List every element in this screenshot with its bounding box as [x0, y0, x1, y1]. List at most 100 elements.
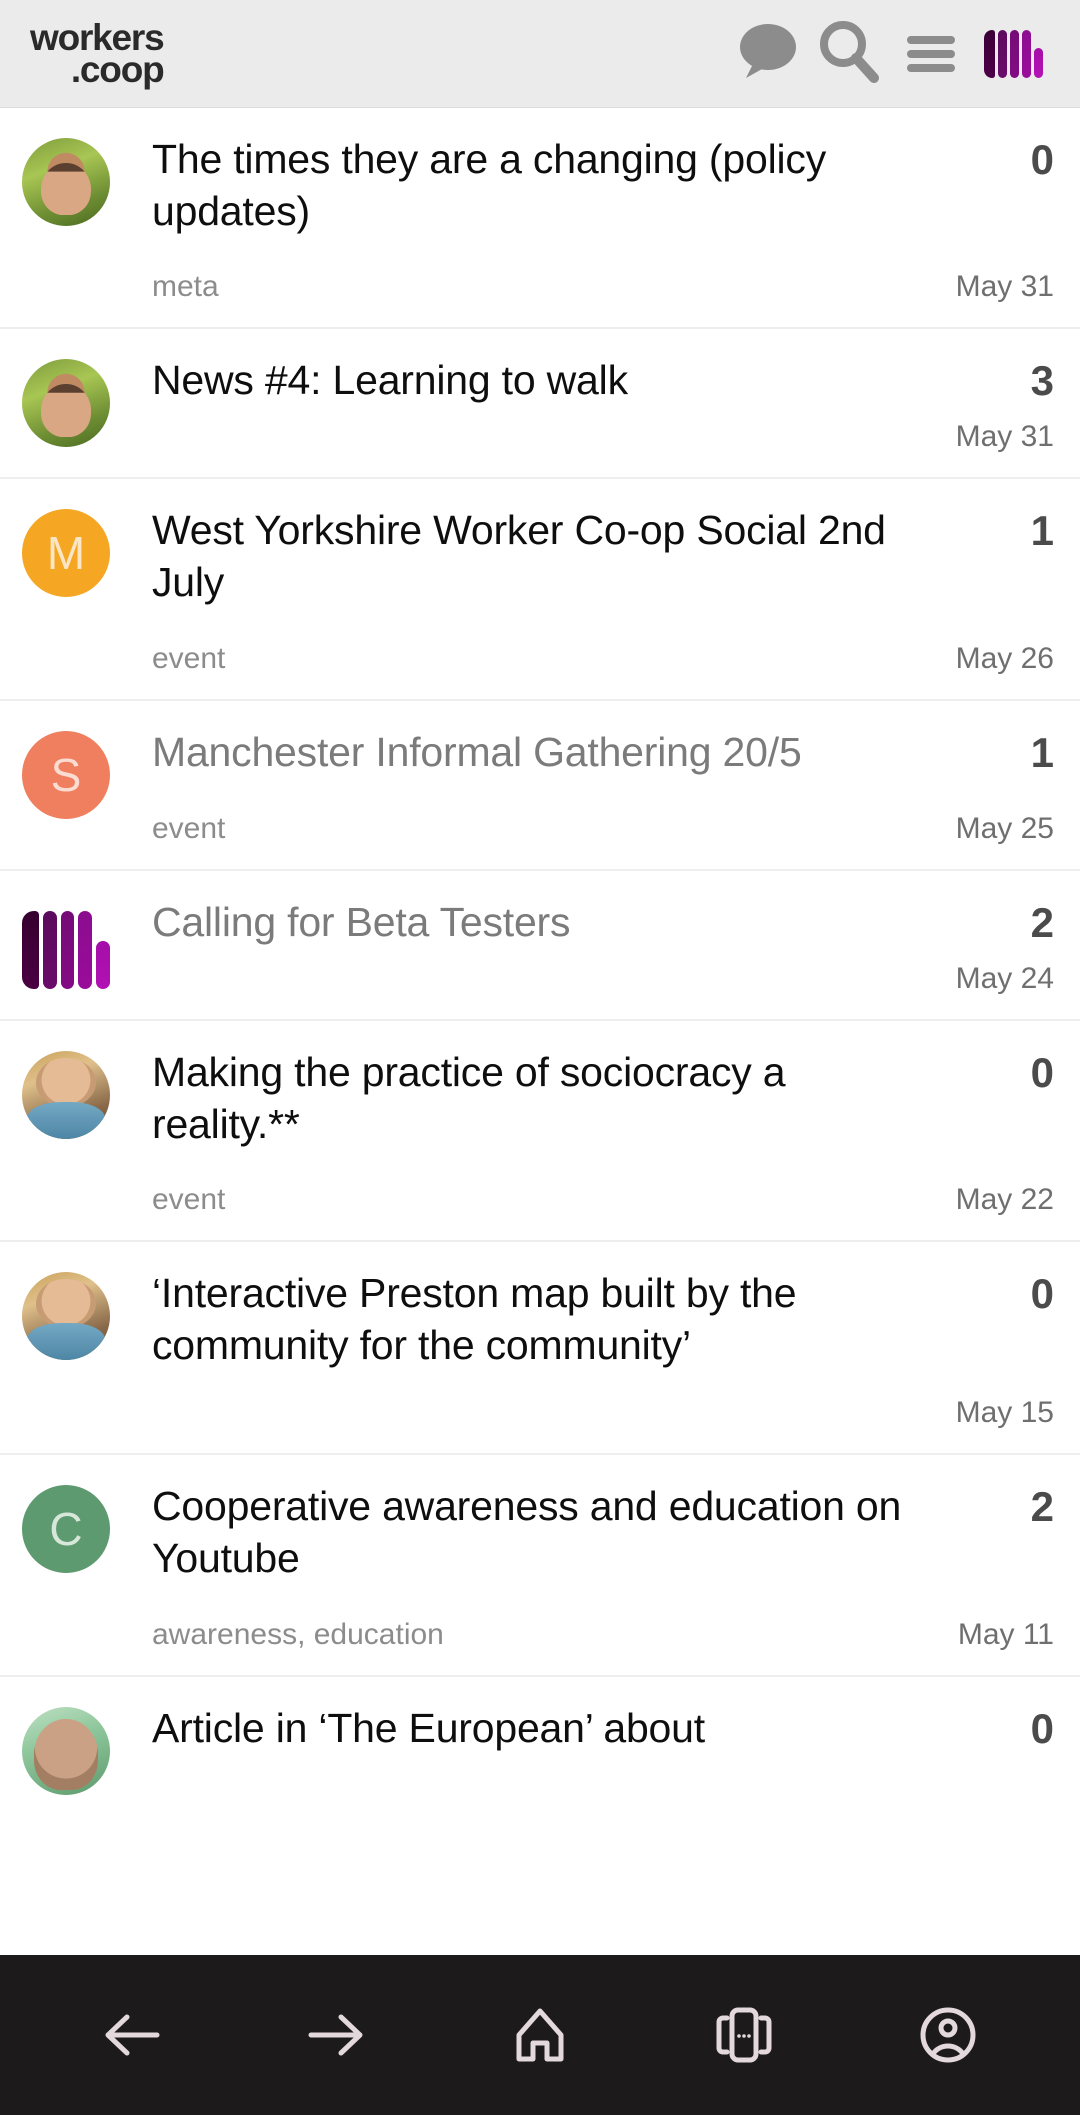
topic-metaline: meta May 31	[152, 263, 1054, 305]
avatar-letter: C	[49, 1503, 83, 1556]
avatar[interactable]	[22, 1272, 110, 1361]
avatar-cell: M	[22, 505, 114, 698]
topic-content: Manchester Informal Gathering 20/5 1 eve…	[114, 727, 1054, 869]
topic-title[interactable]: Calling for Beta Testers	[152, 897, 964, 949]
reply-count: 0	[1030, 136, 1054, 183]
header-actions	[726, 13, 1054, 95]
topic-date: May 22	[955, 1183, 1054, 1217]
chat-bubble-icon	[736, 22, 798, 85]
topic-topline: Calling for Beta Testers 2	[152, 897, 1054, 949]
browser-bottom-nav	[0, 1955, 1080, 2115]
back-button[interactable]	[72, 1980, 192, 2090]
avatar-cell	[22, 134, 114, 327]
topic-content: The times they are a changing (policy up…	[114, 134, 1054, 327]
topic-topline: West Yorkshire Worker Co-op Social 2nd J…	[152, 505, 1054, 608]
topic-title[interactable]: Manchester Informal Gathering 20/5	[152, 727, 964, 779]
topic-metaline: awareness, education May 11	[152, 1611, 1054, 1653]
reply-count: 3	[1030, 357, 1054, 405]
avatar-letter: M	[46, 527, 86, 580]
avatar[interactable]	[22, 1050, 110, 1139]
topic-title[interactable]: ‘Interactive Preston map built by the co…	[152, 1268, 964, 1371]
topic-topline: Article in ‘The European’ about 0	[152, 1703, 1054, 1755]
topic-date: May 26	[955, 641, 1054, 675]
search-icon	[816, 18, 882, 89]
reply-count: 2	[1030, 1483, 1054, 1531]
reply-count: 0	[1030, 1704, 1054, 1752]
account-button[interactable]	[888, 1980, 1008, 2090]
home-icon	[513, 2007, 567, 2063]
avatar[interactable]	[22, 138, 110, 226]
table-row[interactable]: News #4: Learning to walk 3 May 31	[0, 329, 1080, 480]
topic-title[interactable]: Cooperative awareness and education on Y…	[152, 1481, 964, 1584]
table-row[interactable]: S Manchester Informal Gathering 20/5 1 e…	[0, 701, 1080, 871]
topic-content: West Yorkshire Worker Co-op Social 2nd J…	[114, 505, 1054, 698]
reply-count: 2	[1030, 898, 1054, 946]
table-row[interactable]: Making the practice of sociocracy a real…	[0, 1021, 1080, 1243]
topic-content: Making the practice of sociocracy a real…	[114, 1047, 1054, 1240]
search-button[interactable]	[808, 13, 890, 95]
topic-content: Cooperative awareness and education on Y…	[114, 1481, 1054, 1674]
topic-title[interactable]: News #4: Learning to walk	[152, 355, 964, 407]
workers-coop-logo-button[interactable]	[972, 13, 1054, 95]
table-row[interactable]: Calling for Beta Testers 2 May 24	[0, 871, 1080, 1021]
avatar-cell	[22, 355, 114, 477]
avatar[interactable]	[22, 901, 110, 989]
avatar-cell	[22, 1268, 114, 1453]
table-row[interactable]: C Cooperative awareness and education on…	[0, 1455, 1080, 1677]
avatar-cell	[22, 1703, 114, 1845]
topic-topline: News #4: Learning to walk 3	[152, 355, 1054, 407]
topic-title[interactable]: Article in ‘The European’ about	[152, 1703, 964, 1755]
topic-title[interactable]: West Yorkshire Worker Co-op Social 2nd J…	[152, 505, 964, 608]
table-row[interactable]: M West Yorkshire Worker Co-op Social 2nd…	[0, 479, 1080, 701]
home-button[interactable]	[480, 1980, 600, 2090]
topic-tags[interactable]: awareness, education	[152, 1617, 444, 1653]
avatar[interactable]	[22, 1706, 110, 1795]
avatar[interactable]: S	[22, 730, 110, 819]
avatar-cell	[22, 1047, 114, 1240]
topic-metaline	[152, 1781, 1054, 1823]
topic-date: May 11	[957, 1617, 1054, 1651]
topic-content: ‘Interactive Preston map built by the co…	[114, 1268, 1054, 1453]
forward-button[interactable]	[276, 1980, 396, 2090]
tabs-icon	[713, 2006, 775, 2064]
browser-page: workers .coop The times they are a chang…	[0, 0, 1080, 2115]
topic-tags[interactable]: event	[152, 1182, 225, 1218]
avatar[interactable]: M	[22, 509, 110, 598]
reply-count: 1	[1030, 728, 1054, 776]
topic-date: May 31	[955, 270, 1054, 304]
topic-metaline: May 24	[152, 955, 1054, 997]
back-arrow-icon	[103, 2009, 161, 2061]
avatar[interactable]: C	[22, 1485, 110, 1574]
topic-topline: The times they are a changing (policy up…	[152, 134, 1054, 237]
topic-tags[interactable]: event	[152, 811, 225, 847]
hamburger-menu-button[interactable]	[890, 13, 972, 95]
table-row[interactable]: ‘Interactive Preston map built by the co…	[0, 1242, 1080, 1456]
topic-title[interactable]: The times they are a changing (policy up…	[152, 134, 964, 237]
topic-metaline: May 31	[152, 413, 1054, 455]
topic-content: Calling for Beta Testers 2 May 24	[114, 897, 1054, 1019]
site-logo-wordmark[interactable]: workers .coop	[30, 19, 165, 88]
topic-tags[interactable]: event	[152, 641, 225, 677]
table-row[interactable]: Article in ‘The European’ about 0	[0, 1677, 1080, 1845]
topic-metaline: event May 26	[152, 635, 1054, 677]
topic-title[interactable]: Making the practice of sociocracy a real…	[152, 1047, 964, 1150]
account-icon	[919, 2006, 977, 2064]
topic-tags[interactable]: meta	[152, 269, 219, 305]
avatar-letter: S	[50, 748, 82, 801]
topic-list[interactable]: The times they are a changing (policy up…	[0, 108, 1080, 2115]
avatar-cell	[22, 897, 114, 1019]
topic-date: May 25	[955, 811, 1054, 845]
avatar-cell: S	[22, 727, 114, 869]
tabs-button[interactable]	[684, 1980, 804, 2090]
topic-metaline: May 15	[152, 1389, 1054, 1431]
forward-arrow-icon	[307, 2009, 365, 2061]
hamburger-menu-icon	[907, 35, 955, 72]
topic-content: Article in ‘The European’ about 0	[114, 1703, 1054, 1845]
avatar-cell: C	[22, 1481, 114, 1674]
avatar[interactable]	[22, 359, 110, 448]
topic-date: May 15	[955, 1396, 1054, 1430]
chat-button[interactable]	[726, 13, 808, 95]
table-row[interactable]: The times they are a changing (policy up…	[0, 108, 1080, 330]
workers-coop-bars-icon	[983, 29, 1043, 78]
topic-topline: Cooperative awareness and education on Y…	[152, 1481, 1054, 1584]
